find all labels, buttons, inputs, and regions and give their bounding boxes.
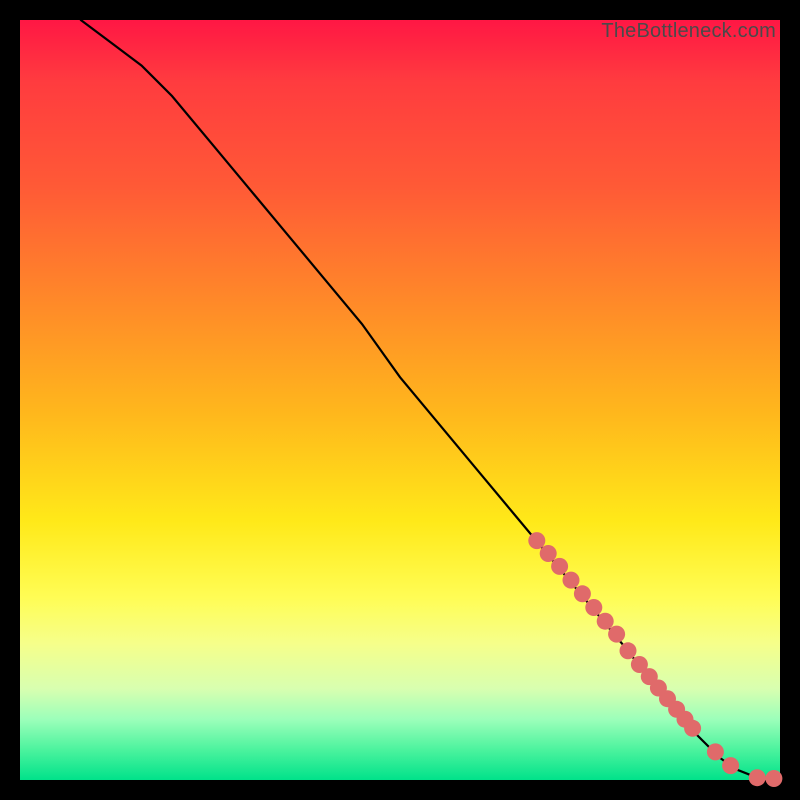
data-marker	[563, 572, 580, 589]
data-marker	[684, 720, 701, 737]
data-marker	[765, 770, 782, 787]
data-marker	[574, 585, 591, 602]
data-marker	[749, 769, 766, 786]
data-marker	[540, 545, 557, 562]
data-marker	[551, 558, 568, 575]
data-marker	[608, 626, 625, 643]
data-marker	[722, 757, 739, 774]
marker-group	[528, 532, 782, 787]
data-marker	[597, 613, 614, 630]
data-marker	[528, 532, 545, 549]
chart-overlay	[20, 20, 780, 780]
data-marker	[707, 743, 724, 760]
data-marker	[620, 642, 637, 659]
data-marker	[585, 599, 602, 616]
watermark-text: TheBottleneck.com	[601, 20, 776, 43]
bottleneck-curve	[81, 20, 780, 779]
chart-frame: TheBottleneck.com	[20, 20, 780, 780]
